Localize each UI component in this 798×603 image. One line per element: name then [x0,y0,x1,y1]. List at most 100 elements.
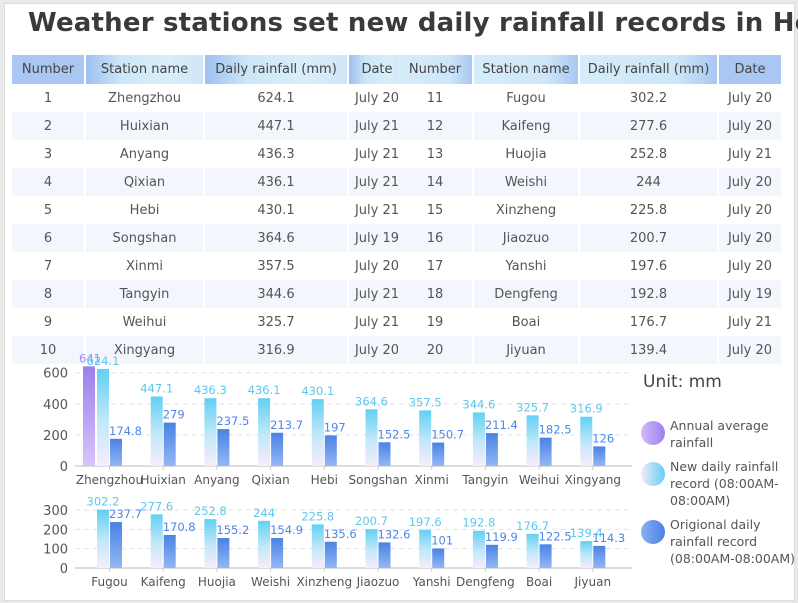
bar-new-record [150,396,163,466]
bar-new-record [526,415,539,466]
bar-new-record [580,416,593,466]
x-tick-label: Yanshi [412,575,451,589]
data-label: 430.1 [301,384,334,398]
bar-new-record [204,519,217,568]
bar-new-record [311,524,324,568]
data-label: 200.7 [355,514,388,528]
data-label: 213.7 [270,418,303,432]
bar-new-record [97,509,109,568]
data-label: 132.6 [378,527,411,541]
y-tick-label: 400 [43,398,68,413]
legend-label: Annual average rainfall [670,418,769,450]
bar-original-record [432,548,445,568]
bar-original-record [593,545,606,568]
x-tick-label: Huojia [198,575,236,589]
data-label: 192.8 [462,516,495,530]
bar-original-record [485,433,498,466]
data-label: 155.2 [216,523,249,537]
data-label: 237.7 [109,507,142,521]
bar-new-record [472,412,485,466]
bar-original-record [271,538,284,568]
data-label: 126 [592,431,614,445]
bar-original-record [163,422,176,466]
bar-new-record [365,409,378,466]
legend-swatch-blue [641,520,665,544]
bar-annual-average [83,366,95,466]
x-tick-label: Fugou [91,575,127,589]
data-label: 197 [324,420,346,434]
y-tick-label: 300 [43,504,68,519]
data-label: 277.6 [140,499,173,513]
legend-swatch-cyan [641,462,665,486]
bar-original-record [110,522,122,568]
legend-swatch-purple [641,421,665,445]
bar-original-record [163,534,176,568]
y-tick-label: 200 [43,429,68,444]
bar-new-record [419,529,432,568]
data-label: 225.8 [301,509,334,523]
data-label: 170.8 [163,520,196,534]
data-label: 182.5 [539,423,572,437]
data-label: 135.6 [324,527,357,541]
bar-original-record [378,542,391,568]
x-tick-label: Zhengzhou [76,473,143,487]
x-tick-label: Weishi [251,575,290,589]
legend-item-original-record: Origional daily rainfall record (08:00AM… [641,516,798,567]
bar-new-record [150,514,163,568]
data-label: 101 [431,533,453,547]
unit-label: Unit: mm [643,372,722,392]
x-tick-label: Songshan [349,473,408,487]
bar-new-record [97,368,109,466]
data-label: 197.6 [409,515,442,529]
bar-new-record [311,399,324,466]
data-label: 252.8 [194,504,227,518]
data-label: 244 [253,506,275,520]
y-tick-label: 100 [43,543,68,558]
bar-original-record [593,446,606,466]
bar-new-record [419,410,432,466]
bar-new-record [526,533,539,568]
x-tick-label: Jiyuan [574,575,612,589]
legend-item-annual-average: Annual average rainfall [641,417,798,451]
data-label: 154.9 [270,523,303,537]
bar-original-record [217,537,230,568]
y-tick-label: 0 [60,562,68,577]
data-label: 344.6 [462,397,495,411]
y-tick-label: 0 [60,460,68,475]
data-label: 122.5 [539,529,572,543]
rainfall-bar-charts: 0200400600Zhengzhou641624.1174.8Huixian4… [43,351,632,589]
data-label: 325.7 [516,400,549,414]
bar-original-record [539,544,552,568]
x-tick-label: Kaifeng [141,575,186,589]
data-label: 150.7 [431,428,464,442]
x-tick-label: Dengfeng [456,575,515,589]
data-label: 279 [163,408,185,422]
data-label: 119.9 [485,530,518,544]
x-tick-label: Xingyang [565,473,621,487]
x-tick-label: Weihui [519,473,559,487]
x-tick-label: Anyang [194,473,240,487]
x-tick-label: Xinmi [415,473,449,487]
bar-new-record [258,520,271,568]
y-tick-label: 600 [43,367,68,382]
x-tick-label: Huixian [141,473,186,487]
data-label: 436.1 [248,383,281,397]
bar-new-record [365,529,378,568]
bar-new-record [204,398,217,466]
bar-original-record [539,437,552,466]
x-tick-label: Boai [526,575,552,589]
data-label: 237.5 [216,414,249,428]
data-label: 624.1 [87,354,120,368]
data-label: 316.9 [570,402,603,416]
data-label: 152.5 [378,427,411,441]
x-tick-label: Tangyin [461,473,508,487]
y-tick-label: 200 [43,523,68,538]
x-tick-label: Xinzheng [296,575,352,589]
bar-original-record [217,429,230,466]
bar-new-record [258,398,271,466]
x-tick-label: Qixian [252,473,290,487]
data-label: 114.3 [592,531,625,545]
bar-new-record [580,541,593,568]
data-label: 174.8 [109,424,142,438]
bar-new-record [472,530,485,568]
